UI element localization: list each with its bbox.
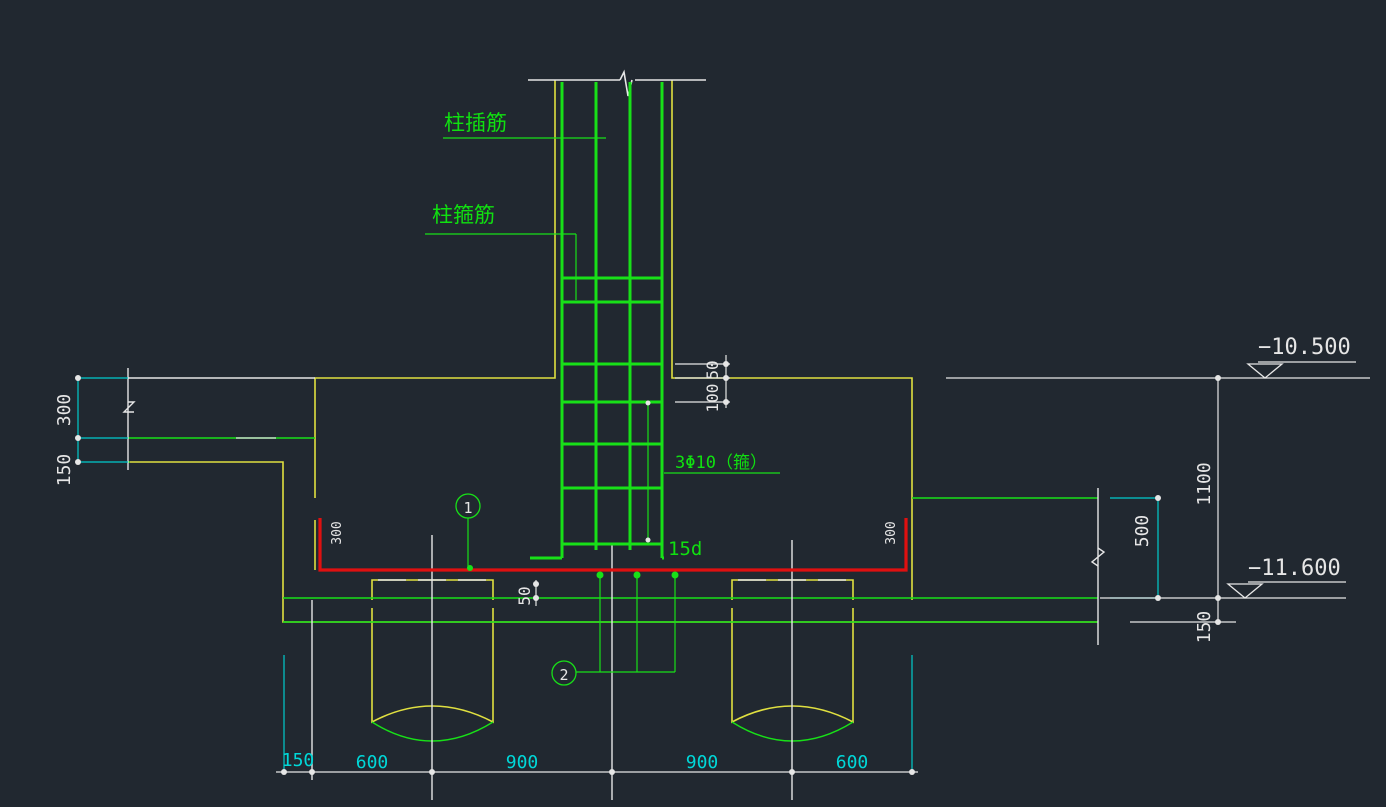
- dimension-lines: [77, 377, 1159, 772]
- dim-bottom-900-right: 900: [686, 752, 719, 773]
- dim-right-1100: 1100: [1194, 462, 1215, 505]
- column-stirrup-label: 柱箍筋: [432, 203, 495, 227]
- dim-bottom-600-left: 600: [356, 752, 389, 773]
- foundation-detail-drawing: 柱插筋 柱箍筋 3Φ10（箍） 15d 1 2 −10.500 −11.600 …: [54, 69, 1370, 800]
- dim-bend-right: 300: [884, 521, 899, 544]
- dim-cover-50: 50: [515, 586, 534, 605]
- dim-bend-left: 300: [330, 521, 345, 544]
- dim-right-500: 500: [1132, 515, 1153, 548]
- dim-right-150: 150: [1194, 611, 1215, 644]
- column-rebar: [530, 82, 664, 560]
- foundation-outline: [128, 69, 1098, 724]
- dim-bottom-150: 150: [282, 750, 315, 771]
- column-dowel-label: 柱插筋: [444, 111, 507, 135]
- dim-left-150: 150: [54, 454, 75, 487]
- elevation-top-label: −10.500: [1258, 335, 1351, 360]
- anchor-15d-label: 15d: [668, 538, 702, 560]
- stirrup-spec-label: 3Φ10（箍）: [675, 453, 767, 473]
- slab-lines: [128, 437, 1098, 742]
- dim-left-300: 300: [54, 394, 75, 427]
- callout-1-label: 1: [463, 499, 472, 517]
- callout-2: 2: [551, 660, 577, 686]
- dim-bottom-600-right: 600: [836, 752, 869, 773]
- dim-col-50: 50: [703, 360, 722, 379]
- elevation-bottom-label: −11.600: [1248, 556, 1341, 581]
- rebar-dots: [467, 565, 679, 579]
- dim-bottom-900-left: 900: [506, 752, 539, 773]
- callout-2-label: 2: [559, 666, 568, 684]
- break-lines: [122, 368, 1106, 800]
- callout-1: 1: [455, 493, 481, 519]
- dim-col-100: 100: [703, 384, 722, 413]
